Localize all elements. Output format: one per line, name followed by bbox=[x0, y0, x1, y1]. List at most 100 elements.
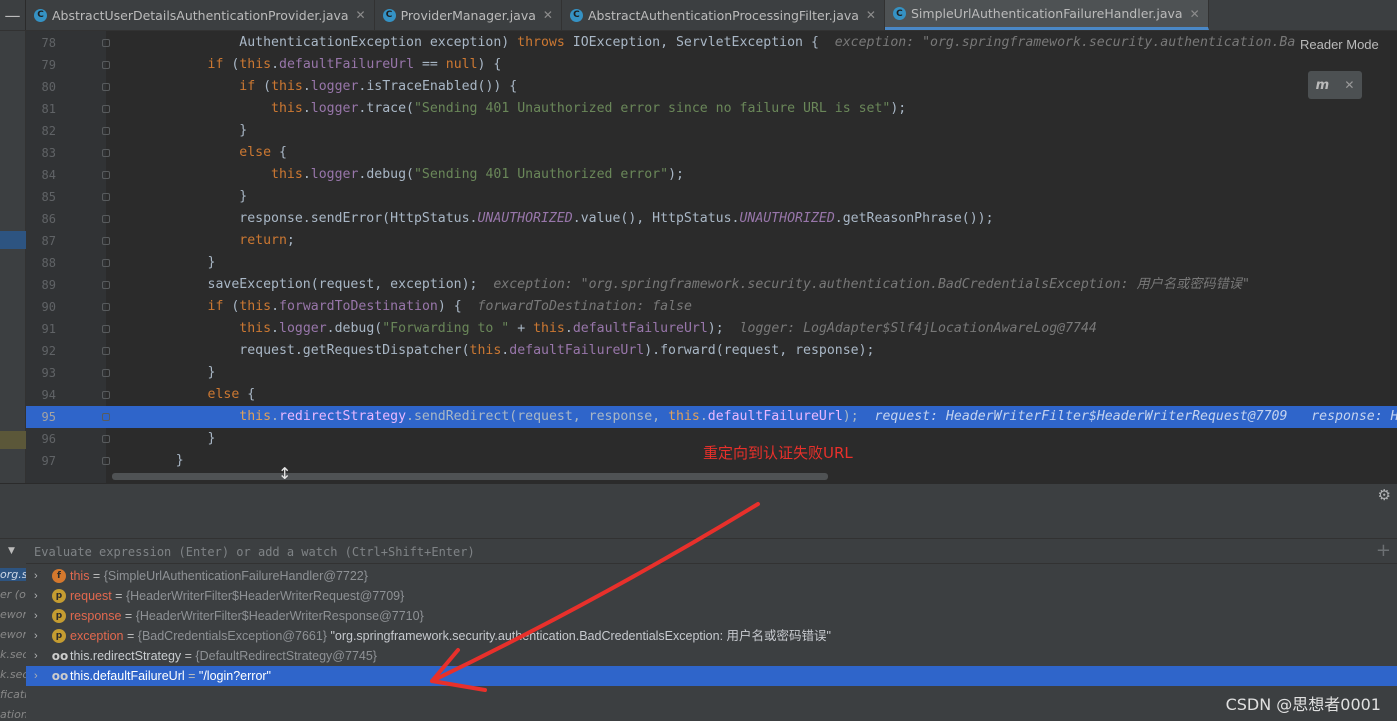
variable-row[interactable]: › oo this.defaultFailureUrl = "/login?erro… bbox=[26, 666, 1397, 686]
close-icon[interactable]: ✕ bbox=[543, 8, 553, 22]
line-number[interactable]: 97 bbox=[26, 450, 56, 472]
maven-reload-popup[interactable]: m ✕ bbox=[1308, 71, 1362, 99]
fold-marker-icon[interactable] bbox=[102, 391, 110, 399]
code-text: this.logger.trace("Sending 401 Unauthori… bbox=[144, 98, 906, 120]
add-watch-icon[interactable]: + bbox=[1376, 540, 1391, 561]
line-number[interactable]: 92 bbox=[26, 340, 56, 362]
code-line[interactable]: 85 } bbox=[26, 186, 1397, 208]
code-editor[interactable]: 78 AuthenticationException exception) th… bbox=[26, 31, 1397, 483]
reader-mode-button[interactable]: Reader Mode bbox=[1300, 37, 1379, 52]
stack-frame[interactable]: ework bbox=[0, 608, 26, 621]
fold-marker-icon[interactable] bbox=[102, 61, 110, 69]
close-icon[interactable]: ✕ bbox=[356, 8, 366, 22]
code-line[interactable]: 89 saveException(request, exception); ex… bbox=[26, 274, 1397, 296]
line-number[interactable]: 81 bbox=[26, 98, 56, 120]
code-line[interactable]: 88 } bbox=[26, 252, 1397, 274]
stack-frame[interactable]: k.sec bbox=[0, 648, 26, 661]
line-number[interactable]: 96 bbox=[26, 428, 56, 450]
stack-frame[interactable]: er (o bbox=[0, 588, 26, 601]
line-number[interactable]: 79 bbox=[26, 54, 56, 76]
code-line[interactable]: 95 this.redirectStrategy.sendRedirect(re… bbox=[26, 406, 1397, 428]
variable-row[interactable]: › p exception = {BadCredentialsException@7… bbox=[26, 626, 1397, 646]
chevron-right-icon[interactable]: › bbox=[34, 666, 38, 686]
fold-marker-icon[interactable] bbox=[102, 435, 110, 443]
close-icon[interactable]: ✕ bbox=[1190, 7, 1200, 21]
stack-frame[interactable]: k.sec bbox=[0, 668, 26, 681]
line-number[interactable]: 78 bbox=[26, 32, 56, 54]
evaluate-expression-input[interactable] bbox=[34, 542, 1334, 561]
fold-marker-icon[interactable] bbox=[102, 39, 110, 47]
code-line[interactable]: 83 else { bbox=[26, 142, 1397, 164]
fold-marker-icon[interactable] bbox=[102, 237, 110, 245]
code-line[interactable]: 87 return; bbox=[26, 230, 1397, 252]
frames-list[interactable]: org.sp er (o ework ework k.sec k.sec ficati ati… bbox=[0, 539, 26, 721]
chevron-right-icon[interactable]: › bbox=[34, 586, 38, 606]
fold-marker-icon[interactable] bbox=[102, 303, 110, 311]
line-number[interactable]: 93 bbox=[26, 362, 56, 384]
fold-marker-icon[interactable] bbox=[102, 127, 110, 135]
fold-marker-icon[interactable] bbox=[102, 457, 110, 465]
line-number[interactable]: 88 bbox=[26, 252, 56, 274]
stack-frame[interactable]: ficati bbox=[0, 688, 26, 701]
line-number[interactable]: 90 bbox=[26, 296, 56, 318]
stack-frame[interactable]: org.sp bbox=[0, 568, 26, 581]
chevron-right-icon[interactable]: › bbox=[34, 566, 38, 586]
fold-marker-icon[interactable] bbox=[102, 369, 110, 377]
line-number[interactable]: 91 bbox=[26, 318, 56, 340]
fold-marker-icon[interactable] bbox=[102, 193, 110, 201]
chevron-right-icon[interactable]: › bbox=[34, 646, 38, 666]
maven-reload-icon[interactable]: m bbox=[1316, 78, 1330, 93]
code-line[interactable]: 81 this.logger.trace("Sending 401 Unauth… bbox=[26, 98, 1397, 120]
close-icon[interactable]: ✕ bbox=[866, 8, 876, 22]
line-number[interactable]: 85 bbox=[26, 186, 56, 208]
code-line[interactable]: 79 if (this.defaultFailureUrl == null) { bbox=[26, 54, 1397, 76]
fold-marker-icon[interactable] bbox=[102, 105, 110, 113]
variable-row[interactable]: › oo this.redirectStrategy = {DefaultRedir… bbox=[26, 646, 1397, 666]
chevron-down-icon[interactable]: ▼ bbox=[8, 546, 15, 556]
chevron-right-icon[interactable]: › bbox=[34, 606, 38, 626]
code-line[interactable]: 92 request.getRequestDispatcher(this.def… bbox=[26, 340, 1397, 362]
fold-marker-icon[interactable] bbox=[102, 149, 110, 157]
line-number[interactable]: 89 bbox=[26, 274, 56, 296]
horizontal-scrollbar[interactable] bbox=[112, 473, 828, 480]
fold-marker-icon[interactable] bbox=[102, 325, 110, 333]
line-number[interactable]: 80 bbox=[26, 76, 56, 98]
variable-row[interactable]: › f this = {SimpleUrlAuthenticationFailure… bbox=[26, 566, 1397, 586]
fold-marker-icon[interactable] bbox=[102, 83, 110, 91]
variable-row[interactable]: › p request = {HeaderWriterFilter$HeaderWr… bbox=[26, 586, 1397, 606]
variable-row[interactable]: › p response = {HeaderWriterFilter$HeaderW… bbox=[26, 606, 1397, 626]
line-number[interactable]: 84 bbox=[26, 164, 56, 186]
code-line[interactable]: 80 if (this.logger.isTraceEnabled()) { bbox=[26, 76, 1397, 98]
line-number[interactable]: 95 bbox=[26, 406, 56, 428]
gear-icon[interactable]: ⚙ bbox=[1378, 486, 1391, 504]
fold-marker-icon[interactable] bbox=[102, 171, 110, 179]
tab-provider-manager[interactable]: C ProviderManager.java ✕ bbox=[375, 0, 562, 30]
code-line[interactable]: 84 this.logger.debug("Sending 401 Unauth… bbox=[26, 164, 1397, 186]
fold-marker-icon[interactable] bbox=[102, 259, 110, 267]
line-number[interactable]: 82 bbox=[26, 120, 56, 142]
line-number[interactable]: 86 bbox=[26, 208, 56, 230]
fold-marker-icon[interactable] bbox=[102, 281, 110, 289]
code-line[interactable]: 93 } bbox=[26, 362, 1397, 384]
code-line[interactable]: 94 else { bbox=[26, 384, 1397, 406]
fold-marker-icon[interactable] bbox=[102, 413, 110, 421]
line-number[interactable]: 94 bbox=[26, 384, 56, 406]
stack-frame[interactable]: ation bbox=[0, 708, 26, 721]
collapse-panel-button[interactable]: — bbox=[0, 0, 26, 30]
code-line[interactable]: 78 AuthenticationException exception) th… bbox=[26, 32, 1397, 54]
line-number[interactable]: 87 bbox=[26, 230, 56, 252]
fold-marker-icon[interactable] bbox=[102, 347, 110, 355]
tab-abstract-user-details-provider[interactable]: C AbstractUserDetailsAuthenticationProvi… bbox=[26, 0, 375, 30]
chevron-right-icon[interactable]: › bbox=[34, 626, 38, 646]
code-line[interactable]: 90 if (this.forwardToDestination) { forw… bbox=[26, 296, 1397, 318]
close-icon[interactable]: ✕ bbox=[1344, 78, 1354, 92]
code-line[interactable]: 82 } bbox=[26, 120, 1397, 142]
tab-abstract-auth-processing-filter[interactable]: C AbstractAuthenticationProcessingFilter… bbox=[562, 0, 885, 30]
code-line[interactable]: 91 this.logger.debug("Forwarding to " + … bbox=[26, 318, 1397, 340]
line-number[interactable]: 83 bbox=[26, 142, 56, 164]
code-line[interactable]: 86 response.sendError(HttpStatus.UNAUTHO… bbox=[26, 208, 1397, 230]
fold-marker-icon[interactable] bbox=[102, 215, 110, 223]
stack-frame[interactable]: ework bbox=[0, 628, 26, 641]
tab-simple-url-failure-handler[interactable]: C SimpleUrlAuthenticationFailureHandler.… bbox=[884, 0, 1209, 30]
